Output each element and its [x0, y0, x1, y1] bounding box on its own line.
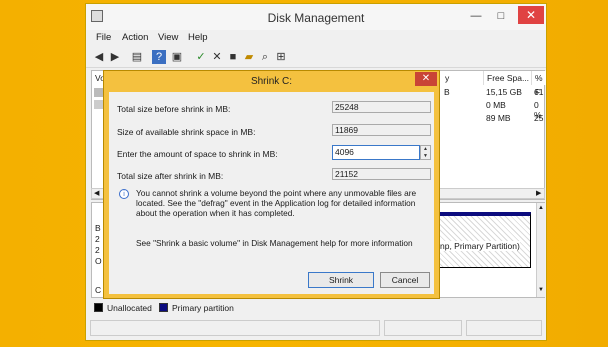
col-header-free-space[interactable]: Free Spa... — [484, 71, 532, 85]
export-icon[interactable]: ⊞ — [274, 50, 288, 64]
col-header-capacity[interactable]: y — [442, 71, 484, 85]
shrink-dialog: Shrink C: ✕ Total size before shrink in … — [103, 70, 440, 299]
shrink-amount-input[interactable]: 4096 — [332, 145, 420, 160]
dialog-title: Shrink C: — [250, 76, 293, 87]
menu-view[interactable]: View — [158, 32, 178, 43]
disk-label: O — [95, 256, 102, 266]
disk-label: 2 — [95, 234, 100, 244]
maximize-button[interactable]: □ — [490, 8, 512, 24]
shrink-button[interactable]: Shrink — [308, 272, 374, 288]
total-after-value: 21152 — [332, 168, 431, 180]
window-title: Disk Management — [267, 11, 365, 25]
cell-pct-free: 61 — [534, 87, 544, 97]
decrement-icon[interactable]: ▼ — [421, 153, 430, 159]
available-label: Size of available shrink space in MB: — [117, 127, 256, 137]
legend: Unallocated Primary partition — [91, 300, 545, 314]
unallocated-swatch — [94, 303, 103, 312]
scroll-up-icon[interactable]: ▲ — [538, 205, 544, 211]
menu-action[interactable]: Action — [122, 32, 148, 43]
scroll-left-icon[interactable]: ◀ — [94, 189, 99, 197]
help-text: See "Shrink a basic volume" in Disk Mana… — [136, 238, 413, 248]
legend-primary: Primary partition — [172, 303, 234, 313]
forward-arrow-icon[interactable]: ▶ — [108, 50, 122, 64]
dialog-body: Total size before shrink in MB: 25248 Si… — [109, 92, 434, 294]
new-icon[interactable]: ■ — [226, 50, 240, 64]
cd-label: C — [95, 285, 102, 295]
status-cell — [466, 320, 542, 336]
status-bar — [86, 318, 546, 340]
amount-label: Enter the amount of space to shrink in M… — [117, 149, 278, 159]
disk-label: B — [95, 223, 101, 233]
scroll-down-icon[interactable]: ▼ — [538, 287, 544, 293]
amount-stepper[interactable]: ▲ ▼ — [420, 145, 431, 160]
primary-swatch — [159, 303, 168, 312]
available-value: 11869 — [332, 124, 431, 136]
cell-free-space: 0 MB — [486, 100, 506, 110]
close-button[interactable]: ✕ — [518, 6, 544, 24]
partition-label: np, Primary Partition) — [440, 241, 520, 251]
open-icon[interactable]: ▰ — [242, 50, 256, 64]
help-icon[interactable]: ? — [152, 50, 166, 64]
toolbar: ◀ ▶ ▤ ? ▣ ✓ ✕ ■ ▰ ⌕ ⊞ — [86, 46, 546, 68]
status-cell — [90, 320, 380, 336]
cell-free-space: 89 MB — [486, 113, 511, 123]
minimize-button[interactable]: — — [465, 8, 487, 24]
cell-pct-free: 25 — [534, 113, 544, 123]
increment-icon[interactable]: ▲ — [421, 146, 430, 152]
menu-bar: File Action View Help — [86, 30, 546, 46]
disk-label: 2 — [95, 245, 100, 255]
dialog-close-button[interactable]: ✕ — [415, 72, 437, 86]
vertical-scrollbar[interactable]: ▲ ▼ — [536, 203, 545, 297]
delete-icon[interactable]: ✕ — [210, 50, 224, 64]
search-icon[interactable]: ⌕ — [258, 50, 272, 64]
app-icon — [91, 10, 103, 22]
dialog-title-bar: Shrink C: ✕ — [104, 71, 439, 91]
partition-block[interactable] — [437, 212, 531, 268]
total-after-label: Total size after shrink in MB: — [117, 171, 224, 181]
back-arrow-icon[interactable]: ◀ — [92, 50, 106, 64]
cell-capacity: B — [444, 87, 450, 97]
disk-list-icon[interactable]: ▣ — [170, 50, 184, 64]
menu-help[interactable]: Help — [188, 32, 208, 43]
menu-file[interactable]: File — [96, 32, 111, 43]
col-header-pct-free[interactable]: % F — [532, 71, 546, 97]
total-before-value: 25248 — [332, 101, 431, 113]
legend-unallocated: Unallocated — [107, 303, 152, 313]
title-bar: Disk Management — □ ✕ — [86, 4, 546, 30]
info-icon: i — [119, 189, 129, 199]
total-before-label: Total size before shrink in MB: — [117, 104, 231, 114]
properties-icon[interactable]: ▤ — [130, 50, 144, 64]
cancel-button[interactable]: Cancel — [380, 272, 430, 288]
check-icon[interactable]: ✓ — [194, 50, 208, 64]
info-text: You cannot shrink a volume beyond the po… — [136, 188, 417, 218]
status-cell — [384, 320, 462, 336]
scroll-right-icon[interactable]: ▶ — [536, 189, 541, 197]
cell-free-space: 15,15 GB — [486, 87, 522, 97]
